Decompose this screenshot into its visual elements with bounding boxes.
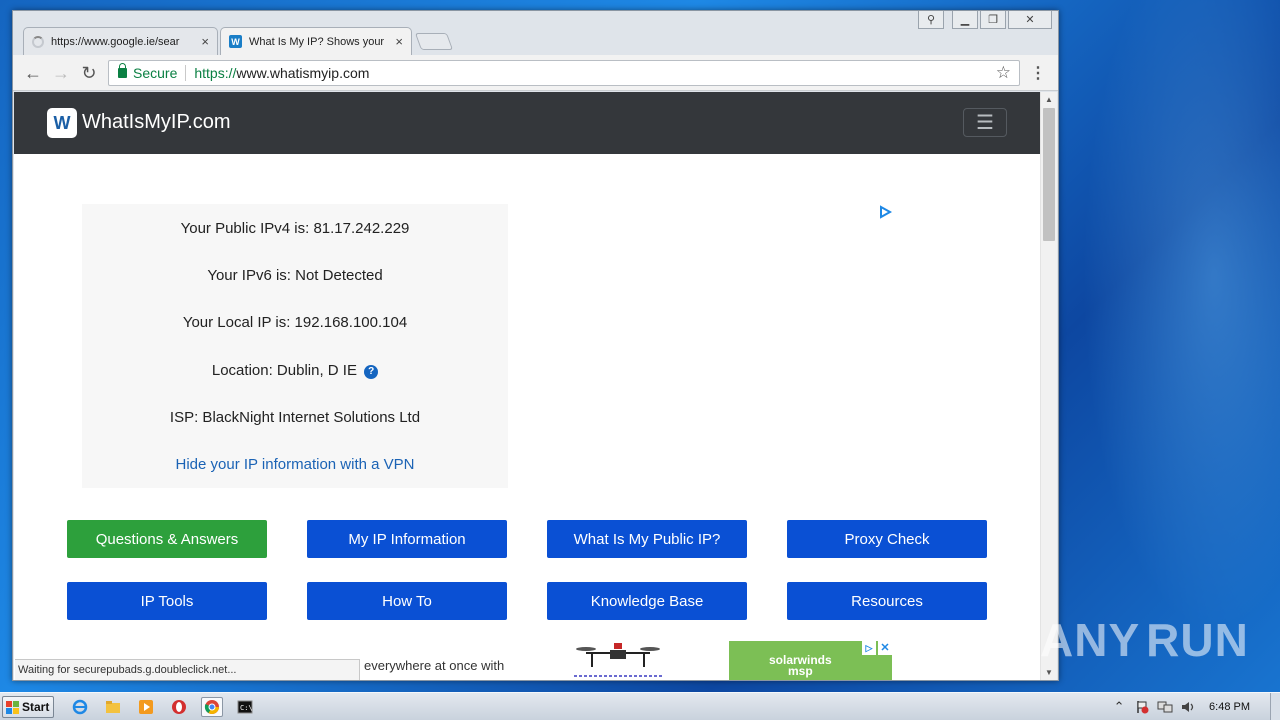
omnibox-divider xyxy=(185,65,187,81)
close-window-button[interactable]: ✕ xyxy=(1008,11,1052,29)
url-scheme: https:// xyxy=(194,65,237,81)
loading-spinner-icon xyxy=(32,35,44,48)
start-label: Start xyxy=(22,700,50,714)
window-controls: ⚲ ▁ ❐ ✕ xyxy=(918,11,1052,29)
whatismyip-favicon-icon: W xyxy=(229,35,242,48)
tab-title: What Is My IP? Shows your xyxy=(249,35,385,48)
browser-window: https://www.google.ie/sear × W What Is M… xyxy=(12,10,1059,681)
vpn-link[interactable]: Hide your IP information with a VPN xyxy=(82,456,508,473)
anyrun-watermark: ANY RUN xyxy=(1040,610,1248,670)
new-tab-button[interactable] xyxy=(414,33,454,50)
page-viewport: W WhatIsMyIP.com ☰ Your Public IPv4 is: … xyxy=(14,92,1040,680)
local-ip-text: Your Local IP is: 192.168.100.104 xyxy=(182,314,408,331)
chrome-icon[interactable] xyxy=(201,697,223,717)
url-host: www.whatismyip.com xyxy=(236,65,370,81)
tile-ip-tools[interactable]: IP Tools xyxy=(67,582,267,620)
watermark-run: RUN xyxy=(1146,614,1249,666)
restore-button[interactable]: ❐ xyxy=(980,11,1006,29)
tile-my-ip-information[interactable]: My IP Information xyxy=(307,520,507,558)
browser-menu-icon[interactable]: ⋮ xyxy=(1030,63,1046,83)
vertical-scrollbar[interactable]: ▲ ▼ xyxy=(1040,92,1057,680)
tile-what-is-my-public-ip[interactable]: What Is My Public IP? xyxy=(547,520,747,558)
forward-arrow-icon[interactable]: → xyxy=(49,61,73,85)
tab-close-icon[interactable]: × xyxy=(201,34,209,49)
address-bar[interactable]: Secure https:// www.whatismyip.com ☆ xyxy=(108,60,1020,86)
tab-google-search[interactable]: https://www.google.ie/sear × xyxy=(23,27,218,55)
tile-proxy-check[interactable]: Proxy Check xyxy=(787,520,987,558)
status-bubble: Waiting for securepubads.g.doubleclick.n… xyxy=(15,659,360,680)
show-desktop-button[interactable] xyxy=(1270,693,1280,720)
back-arrow-icon[interactable]: ← xyxy=(21,61,45,85)
lock-icon xyxy=(118,63,127,78)
svg-text:C:\: C:\ xyxy=(240,704,253,712)
site-logo-text[interactable]: WhatIsMyIP.com xyxy=(82,111,231,134)
tab-whatismyip[interactable]: W What Is My IP? Shows your × xyxy=(220,27,412,55)
ipv6-text: Your IPv6 is: Not Detected xyxy=(207,267,383,284)
minimize-button[interactable]: ▁ xyxy=(952,11,978,29)
scroll-thumb[interactable] xyxy=(1043,108,1055,241)
help-question-icon[interactable]: ? xyxy=(364,365,379,379)
adchoices-play-icon[interactable] xyxy=(878,205,892,219)
start-button[interactable]: Start xyxy=(2,696,54,718)
taskbar: Start C:\ ⌃ 6:48 PM xyxy=(0,692,1280,720)
volume-icon[interactable] xyxy=(1180,699,1196,715)
tile-resources[interactable]: Resources xyxy=(787,582,987,620)
solarwinds-line2: msp xyxy=(788,664,813,678)
windows-flag-icon xyxy=(6,700,19,714)
adchoices-icon[interactable]: ▷ xyxy=(862,641,876,655)
tile-questions-answers[interactable]: Questions & Answers xyxy=(67,520,267,558)
network-icon[interactable] xyxy=(1157,699,1173,715)
tab-title: https://www.google.ie/sear xyxy=(51,35,180,48)
bookmark-star-icon[interactable]: ☆ xyxy=(996,63,1011,83)
location-text: Location: Dublin, D IE xyxy=(211,362,357,379)
solarwinds-ad-text: solarwinds msp xyxy=(769,654,832,678)
reload-icon[interactable]: ↻ xyxy=(77,61,101,85)
isp-text: ISP: BlackNight Internet Solutions Ltd xyxy=(169,409,421,426)
tray-expand-arrow-icon[interactable]: ⌃ xyxy=(1111,699,1127,715)
browser-toolbar: ← → ↻ Secure https:// www.whatismyip.com… xyxy=(13,55,1058,91)
tile-how-to[interactable]: How To xyxy=(307,582,507,620)
file-explorer-icon[interactable] xyxy=(102,697,124,717)
command-prompt-icon[interactable]: C:\ xyxy=(234,697,256,717)
ad-strip-text[interactable]: everywhere at once with xyxy=(364,658,504,673)
solarwinds-ad[interactable]: ▷ ✕ solarwinds msp xyxy=(729,641,892,680)
ip-info-panel: Your Public IPv4 is: 81.17.242.229 Your … xyxy=(82,204,508,488)
ad-close-icon[interactable]: ✕ xyxy=(878,641,892,655)
tab-strip: https://www.google.ie/sear × W What Is M… xyxy=(13,11,1058,55)
taskbar-clock[interactable]: 6:48 PM xyxy=(1209,701,1250,713)
desktop-background xyxy=(1060,0,1280,692)
ipv4-text: Your Public IPv4 is: 81.17.242.229 xyxy=(180,220,410,237)
action-center-flag-icon[interactable] xyxy=(1134,699,1150,715)
site-navbar: W WhatIsMyIP.com ☰ xyxy=(14,92,1040,154)
tile-knowledge-base[interactable]: Knowledge Base xyxy=(547,582,747,620)
opera-icon[interactable] xyxy=(168,697,190,717)
system-tray: ⌃ 6:48 PM xyxy=(1111,693,1280,720)
location-row: Location: Dublin, D IE ? xyxy=(82,362,508,379)
hamburger-menu-button[interactable]: ☰ xyxy=(963,108,1007,137)
secure-label: Secure xyxy=(133,65,178,81)
drone-ad-image[interactable] xyxy=(572,641,664,679)
site-logo-icon[interactable]: W xyxy=(47,108,77,138)
media-player-icon[interactable] xyxy=(135,697,157,717)
tab-close-icon[interactable]: × xyxy=(395,34,403,49)
user-profile-icon[interactable]: ⚲ xyxy=(918,11,944,29)
watermark-any: ANY xyxy=(1040,614,1141,666)
internet-explorer-icon[interactable] xyxy=(69,697,91,717)
scroll-up-arrow-icon[interactable]: ▲ xyxy=(1045,95,1053,104)
